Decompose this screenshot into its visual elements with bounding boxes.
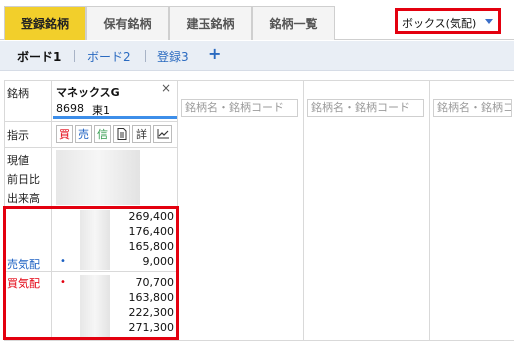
board-separator bbox=[145, 50, 146, 62]
row-label-price: 現値 bbox=[7, 154, 29, 167]
tab-held-stocks[interactable]: 保有銘柄 bbox=[86, 6, 169, 40]
row-label-stock: 銘柄 bbox=[7, 87, 29, 100]
sell-button[interactable]: 売 bbox=[75, 125, 92, 143]
close-icon[interactable]: × bbox=[161, 81, 171, 95]
stock-name: マネックスG bbox=[56, 86, 120, 99]
board-tab-2[interactable]: ボード2 bbox=[87, 48, 131, 65]
board-separator bbox=[74, 50, 75, 62]
grid-line bbox=[429, 80, 430, 341]
chart-icon[interactable] bbox=[153, 125, 172, 143]
grid-line bbox=[4, 340, 514, 341]
blurred-price-area bbox=[56, 150, 140, 205]
view-mode-dropdown[interactable]: ボックス(気配) bbox=[395, 8, 501, 34]
document-icon[interactable] bbox=[113, 125, 130, 143]
document-icon-svg bbox=[117, 128, 126, 140]
row-label-volume: 出来高 bbox=[7, 192, 40, 205]
chart-icon-svg bbox=[157, 129, 169, 139]
view-mode-value: ボックス(気配) bbox=[402, 17, 477, 30]
credit-button[interactable]: 信 bbox=[94, 125, 111, 143]
stock-search-input[interactable]: 銘柄名・銘柄コード bbox=[307, 99, 424, 117]
selected-indicator bbox=[53, 116, 177, 119]
grid-line bbox=[4, 80, 514, 81]
tab-positions[interactable]: 建玉銘柄 bbox=[169, 6, 252, 40]
detail-button[interactable]: 詳 bbox=[132, 125, 151, 143]
quote-highlight-box bbox=[3, 206, 179, 340]
grid-line bbox=[4, 147, 178, 148]
board-tab-3[interactable]: 登録3 bbox=[157, 48, 189, 65]
stock-code: 8698 bbox=[56, 102, 84, 115]
add-board-icon[interactable]: + bbox=[208, 44, 221, 63]
board-tabs: ボード1 ボード2 登録3 + bbox=[0, 41, 514, 71]
board-tab-1[interactable]: ボード1 bbox=[17, 48, 61, 65]
row-label-order: 指示 bbox=[7, 129, 29, 142]
tab-registered-stocks[interactable]: 登録銘柄 bbox=[4, 6, 86, 40]
stock-search-input[interactable]: 銘柄名・銘柄コード bbox=[181, 99, 298, 117]
tab-bar: 登録銘柄 保有銘柄 建玉銘柄 銘柄一覧 ボックス(気配) bbox=[0, 0, 514, 40]
row-label-change: 前日比 bbox=[7, 173, 40, 186]
buy-button[interactable]: 買 bbox=[56, 125, 73, 143]
grid-line bbox=[303, 80, 304, 341]
chevron-down-icon bbox=[485, 19, 493, 24]
grid-line bbox=[4, 121, 178, 122]
tab-stock-list[interactable]: 銘柄一覧 bbox=[252, 6, 335, 40]
stock-search-input[interactable]: 銘柄名・銘柄コード bbox=[433, 99, 512, 117]
